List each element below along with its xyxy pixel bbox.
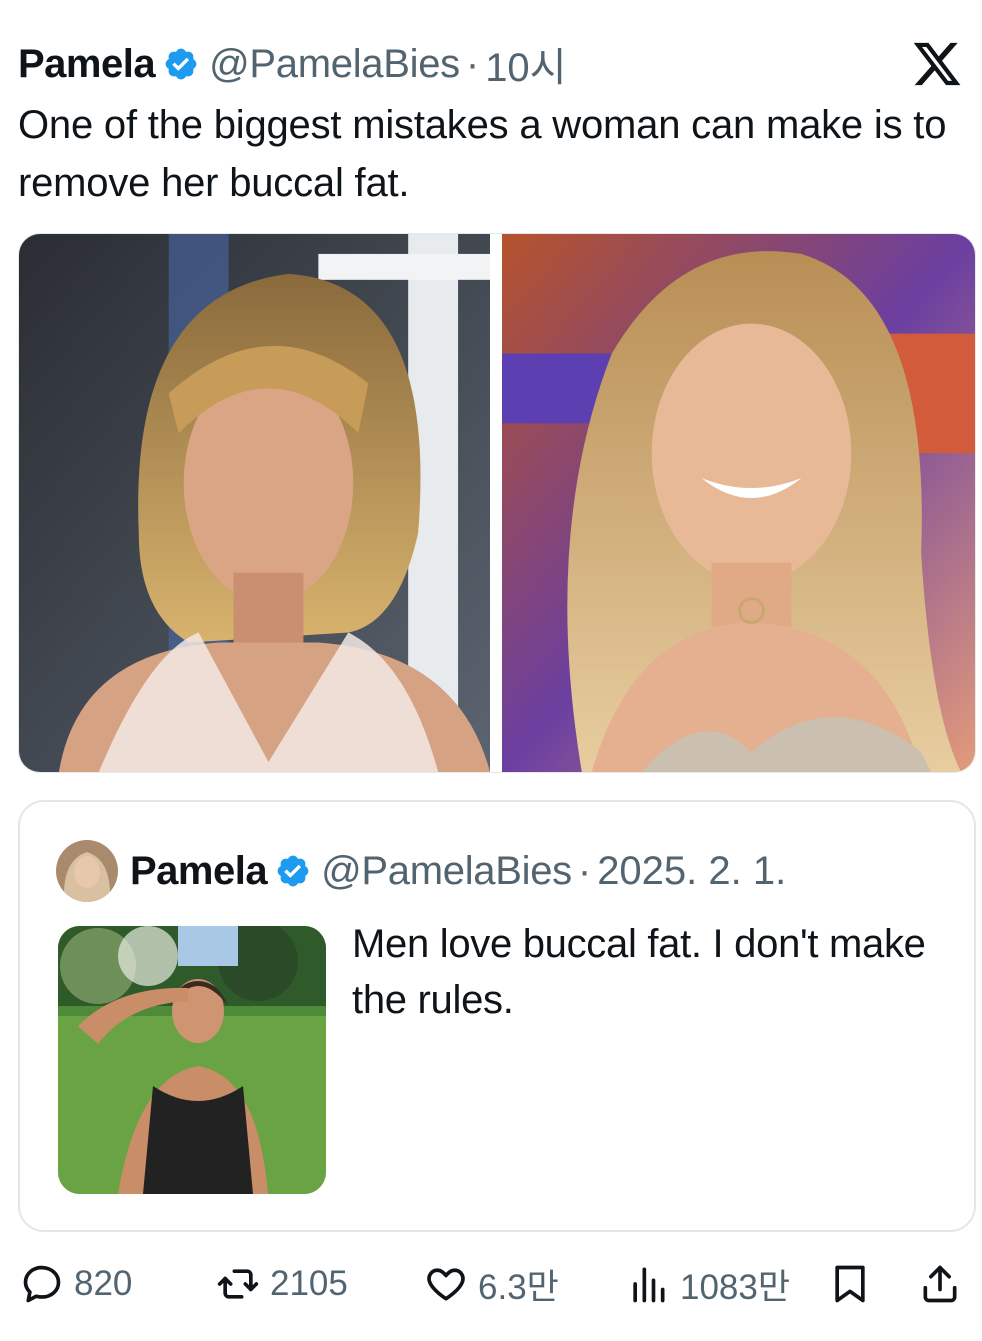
author-handle[interactable]: @PamelaBies xyxy=(209,42,460,87)
like-button[interactable]: 6.3만 xyxy=(424,1254,559,1314)
views-count: 1083만 xyxy=(680,1267,791,1307)
retweet-count: 2105 xyxy=(270,1264,348,1303)
bookmark-icon xyxy=(835,1265,865,1303)
separator-dot: · xyxy=(465,41,480,86)
bookmark-button[interactable] xyxy=(828,1254,872,1314)
tweet-media xyxy=(18,233,976,773)
quoted-author-handle: @PamelaBies xyxy=(321,848,572,893)
quoted-tweet-date: 2025. 2. 1. xyxy=(597,848,787,893)
reply-count: 820 xyxy=(74,1264,133,1303)
views-button[interactable]: 1083만 xyxy=(626,1254,790,1314)
photo-woman-long-hair-smiling xyxy=(502,234,975,772)
quoted-author-name: Pamela xyxy=(130,848,268,893)
views-icon xyxy=(633,1267,665,1303)
share-button[interactable] xyxy=(918,1254,962,1314)
avatar-icon[interactable] xyxy=(56,840,118,902)
quoted-tweet[interactable]: Pamela @PamelaBies · 2025. 2. 1. Men lov… xyxy=(18,800,976,1232)
quoted-tweet-header: Pamela @PamelaBies · 2025. 2. 1. xyxy=(56,840,786,902)
share-icon xyxy=(923,1265,957,1303)
like-count: 6.3만 xyxy=(478,1267,559,1307)
media-photo-left[interactable] xyxy=(19,234,490,772)
verified-badge-icon xyxy=(277,855,309,887)
reply-icon xyxy=(23,1265,61,1303)
action-bar: 820 2105 6.3만 1083만 xyxy=(20,1254,970,1314)
tweet-time[interactable]: 10시 xyxy=(485,35,566,93)
photo-woman-garden xyxy=(58,926,326,1194)
quoted-tweet-photo[interactable] xyxy=(58,926,326,1194)
verified-badge-icon xyxy=(165,48,197,80)
separator-dot: · xyxy=(577,848,592,893)
photo-woman-bob-haircut xyxy=(19,234,490,772)
x-logo-icon[interactable] xyxy=(910,38,964,90)
tweet-header: Pamela @PamelaBies · 10시 xyxy=(18,36,964,92)
retweet-button[interactable]: 2105 xyxy=(216,1254,348,1314)
heart-icon xyxy=(427,1268,465,1301)
reply-button[interactable]: 820 xyxy=(20,1254,132,1314)
author-name[interactable]: Pamela xyxy=(18,42,156,87)
quoted-tweet-text: Men love buccal fat. I don't make the ru… xyxy=(352,922,926,1022)
retweet-icon xyxy=(217,1269,259,1299)
media-photo-right[interactable] xyxy=(502,234,975,772)
tweet-text: One of the biggest mistakes a woman can … xyxy=(18,103,947,205)
